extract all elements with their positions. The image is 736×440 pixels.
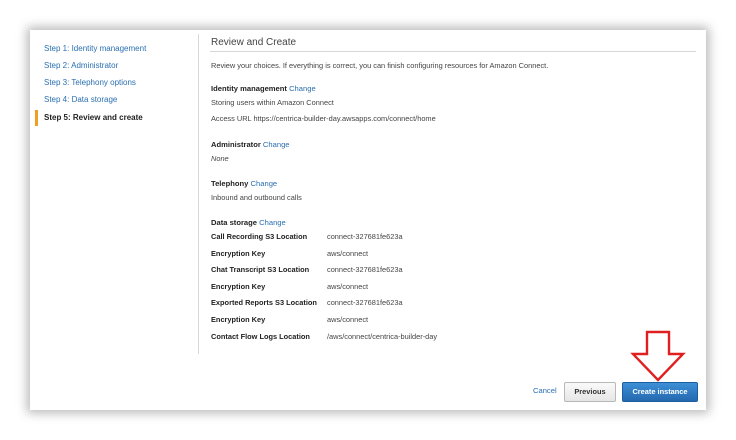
wizard-steps-sidebar: Step 1: Identity management Step 2: Admi… <box>30 30 198 410</box>
exported-reports-location-value: connect-327681fe623a <box>327 298 403 307</box>
data-storage-section-heading: Data storage Change <box>211 218 286 227</box>
call-recording-encryption-value: aws/connect <box>327 249 369 258</box>
title-divider <box>210 51 696 52</box>
administrator-section-heading: Administrator Change <box>211 140 290 149</box>
call-recording-location-label: Call Recording S3 Location <box>211 232 308 241</box>
chat-transcript-encryption-label: Encryption Key <box>211 282 266 291</box>
telephony-heading-text: Telephony <box>211 179 249 188</box>
intro-text: Review your choices. If everything is co… <box>211 61 549 70</box>
step-identity-management[interactable]: Step 1: Identity management <box>44 44 146 53</box>
chat-transcript-location-value: connect-327681fe623a <box>327 265 403 274</box>
data-storage-heading-text: Data storage <box>211 218 258 227</box>
administrator-heading-text: Administrator <box>211 140 261 149</box>
call-recording-encryption-label: Encryption Key <box>211 249 266 258</box>
exported-reports-encryption-value: aws/connect <box>327 315 369 324</box>
contact-flow-logs-location-value: /aws/connect/centrica-builder-day <box>327 332 438 341</box>
review-panel: Review and Create Review your choices. I… <box>210 30 696 410</box>
data-storage-change-link[interactable]: Change <box>259 218 286 227</box>
identity-storage-text: Storing users within Amazon Connect <box>211 98 334 107</box>
contact-flow-logs-location-label: Contact Flow Logs Location <box>211 332 310 341</box>
wizard-window: Step 1: Identity management Step 2: Admi… <box>30 30 706 410</box>
exported-reports-location-label: Exported Reports S3 Location <box>211 298 317 307</box>
chat-transcript-location-label: Chat Transcript S3 Location <box>211 265 310 274</box>
administrator-change-link[interactable]: Change <box>263 140 290 149</box>
active-step-marker <box>35 110 38 126</box>
page-title: Review and Create <box>211 37 297 48</box>
step-telephony-options[interactable]: Step 3: Telephony options <box>44 78 136 87</box>
identity-change-link[interactable]: Change <box>289 84 316 93</box>
cancel-button[interactable]: Cancel <box>533 386 557 395</box>
sidebar-divider <box>198 34 199 354</box>
create-instance-button[interactable]: Create instance <box>622 382 698 402</box>
chat-transcript-encryption-value: aws/connect <box>327 282 369 291</box>
telephony-section-heading: Telephony Change <box>211 179 277 188</box>
identity-heading-text: Identity management <box>211 84 287 93</box>
step-administrator[interactable]: Step 2: Administrator <box>44 61 118 70</box>
down-arrow-outline-icon <box>630 330 686 382</box>
call-recording-location-value: connect-327681fe623a <box>327 232 403 241</box>
exported-reports-encryption-label: Encryption Key <box>211 315 266 324</box>
identity-section-heading: Identity management Change <box>211 84 316 93</box>
telephony-value: Inbound and outbound calls <box>211 193 302 202</box>
previous-button[interactable]: Previous <box>564 382 616 402</box>
administrator-value: None <box>211 154 229 163</box>
step-review-and-create[interactable]: Step 5: Review and create <box>44 113 143 122</box>
identity-access-url: Access URL https://centrica-builder-day.… <box>211 114 436 123</box>
telephony-change-link[interactable]: Change <box>251 179 278 188</box>
step-data-storage[interactable]: Step 4: Data storage <box>44 95 117 104</box>
